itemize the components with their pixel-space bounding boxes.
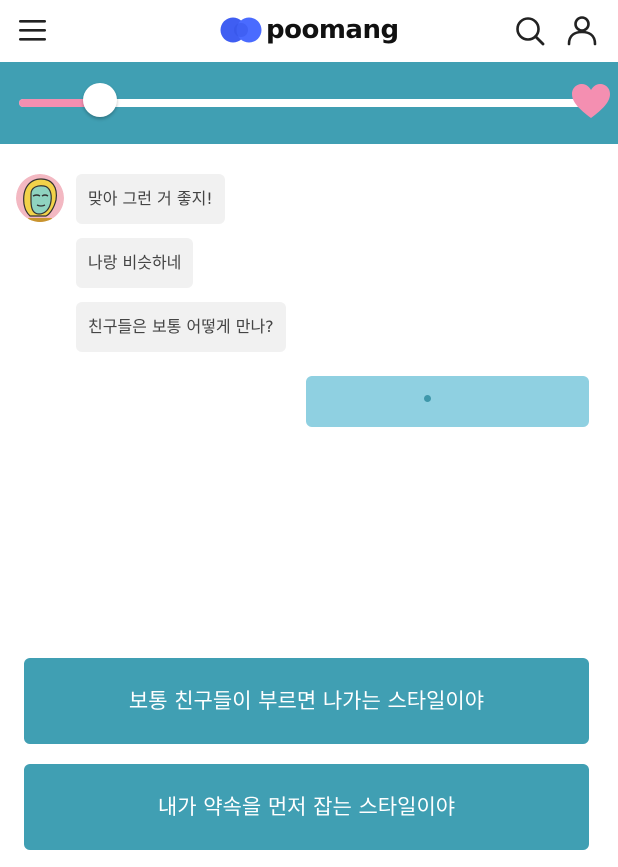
chat-bubble: 친구들은 보통 어떻게 만나? xyxy=(76,302,286,352)
hamburger-menu-icon[interactable] xyxy=(18,16,48,44)
chat-bubble: 나랑 비슷하네 xyxy=(76,238,194,288)
search-icon[interactable] xyxy=(514,15,546,47)
affinity-progress-bar xyxy=(0,62,618,144)
character-avatar xyxy=(16,174,64,222)
user-icon[interactable] xyxy=(566,14,598,46)
top-header: poomang xyxy=(0,0,618,62)
chat-bubble: 맞아 그런 거 좋지! xyxy=(76,174,225,224)
heart-icon xyxy=(570,81,612,121)
typing-dot xyxy=(424,395,431,402)
answer-option-button[interactable]: 내가 약속을 먼저 잡는 스타일이야 xyxy=(24,764,589,850)
answer-option-button[interactable]: 보통 친구들이 부르면 나가는 스타일이야 xyxy=(24,658,589,744)
typing-indicator xyxy=(306,376,589,427)
logo-mark-icon xyxy=(220,16,262,44)
chat-area: 맞아 그런 거 좋지! 나랑 비슷하네 친구들은 보통 어떻게 만나? xyxy=(0,144,618,644)
poomang-logo[interactable]: poomang xyxy=(220,14,399,46)
progress-knob[interactable] xyxy=(83,83,117,117)
brand-name: poomang xyxy=(266,15,399,45)
